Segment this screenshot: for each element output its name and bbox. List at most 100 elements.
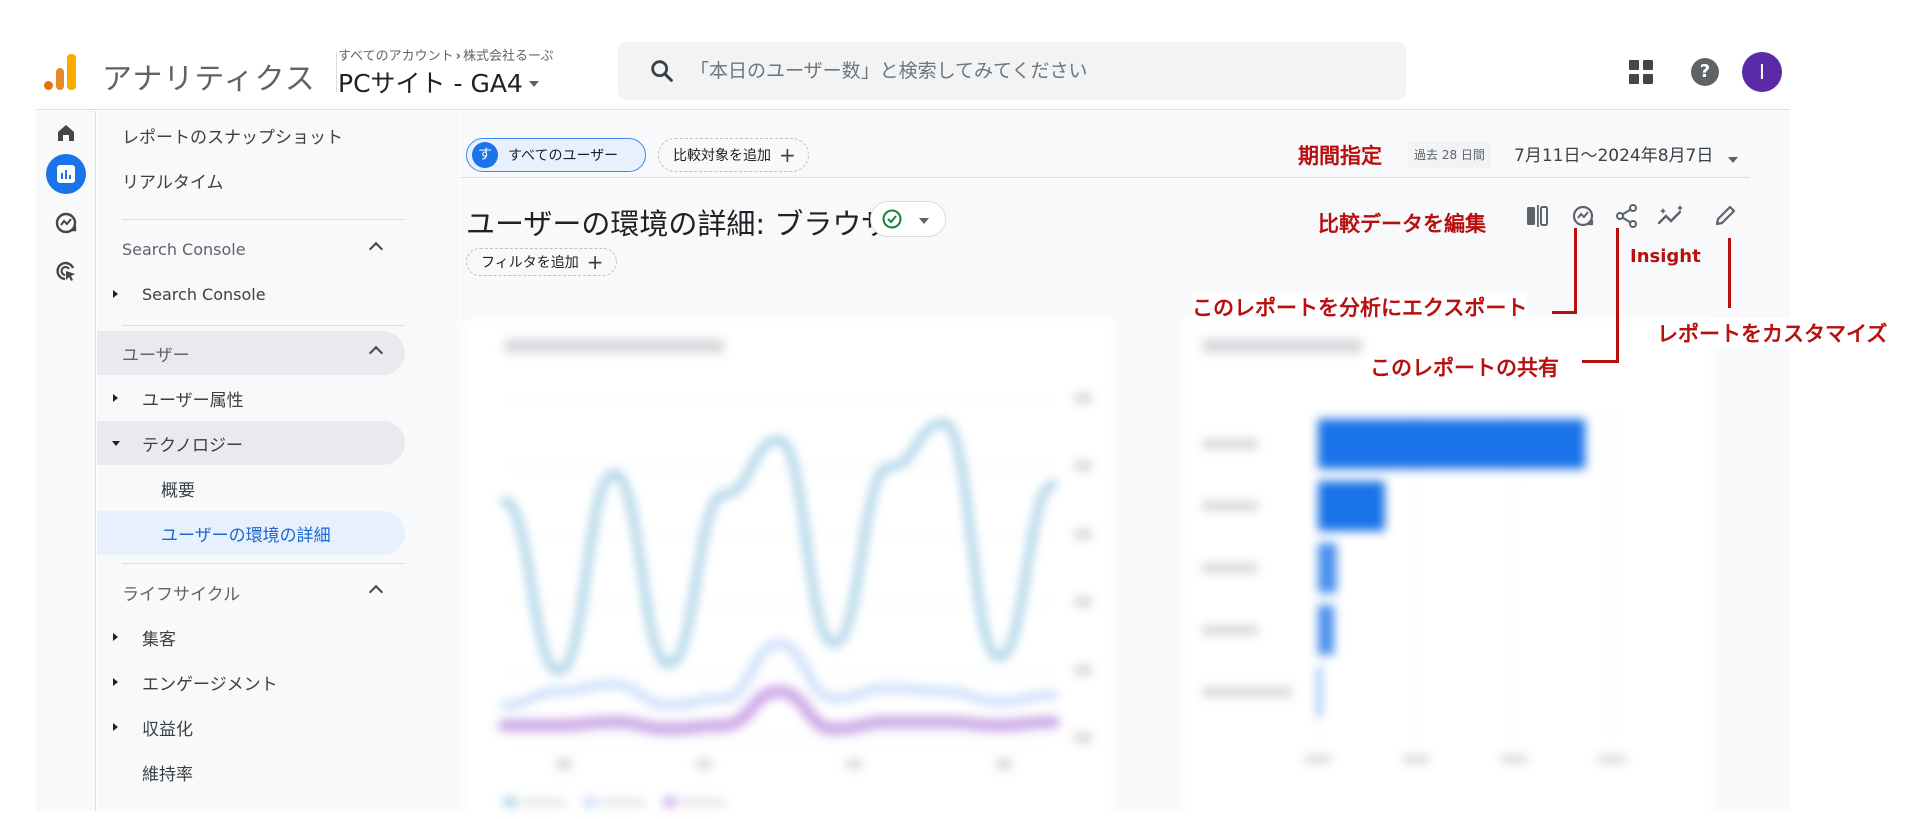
- search-bar[interactable]: [618, 42, 1406, 100]
- top-header: アナリティクス すべてのアカウント›株式会社るーぷ PCサイト - GA4 ? …: [36, 36, 1790, 110]
- breadcrumb-org[interactable]: 株式会社るーぷ: [463, 49, 553, 64]
- line-series-1: [500, 418, 1058, 676]
- side-nav: レポートのスナップショット リアルタイム Search Console Sear…: [97, 111, 459, 811]
- expand-arrow-icon: [113, 394, 118, 402]
- plus-icon: +: [779, 143, 796, 167]
- nav-divider: [122, 219, 405, 220]
- property-selector[interactable]: PCサイト - GA4: [338, 64, 539, 100]
- share-icon[interactable]: [1612, 201, 1642, 231]
- y-tick-label: [1074, 733, 1092, 743]
- caret-down-icon: [919, 218, 929, 224]
- home-icon[interactable]: [46, 113, 86, 153]
- nav-item-tech-details[interactable]: ユーザーの環境の詳細: [97, 511, 405, 555]
- main-divider: [460, 177, 1750, 178]
- add-filter-button[interactable]: フィルタを追加 +: [466, 248, 617, 276]
- chevron-up-icon: [368, 584, 384, 600]
- y-tick-label: [1074, 393, 1092, 403]
- page-title: ユーザーの環境の詳細: ブラウザ: [466, 207, 891, 241]
- x-tick-label: [696, 759, 712, 769]
- nav-item-retention[interactable]: 維持率: [97, 750, 405, 794]
- breadcrumb[interactable]: すべてのアカウント › 株式会社るーぷ: [338, 45, 553, 64]
- x-tick-label: [996, 759, 1012, 769]
- nav-item-demographics[interactable]: ユーザー属性: [97, 376, 405, 420]
- expand-arrow-icon: [113, 723, 118, 731]
- add-comparison-button[interactable]: 比較対象を追加 +: [658, 138, 809, 172]
- legend-label: [520, 799, 566, 806]
- nav-divider: [122, 563, 405, 564]
- annotation-line: [1574, 228, 1577, 313]
- y-tick-label: [1074, 665, 1092, 675]
- annotation-line: [1582, 360, 1619, 363]
- category-label: [1202, 439, 1258, 449]
- nav-item-acquisition[interactable]: 集客: [97, 615, 405, 659]
- chart-title: [1202, 339, 1362, 353]
- legend-label: [680, 799, 726, 806]
- avatar[interactable]: I: [1742, 52, 1782, 92]
- header-divider: [336, 52, 337, 92]
- nav-item-engagement[interactable]: エンゲージメント: [97, 660, 405, 704]
- segment-chip-all-users[interactable]: す すべてのユーザー: [466, 138, 646, 172]
- annotation-date: 期間指定: [1298, 144, 1382, 168]
- y-tick-label: [1074, 529, 1092, 539]
- search-icon: [651, 60, 673, 82]
- main-content: す すべてのユーザー 比較対象を追加 + 期間指定 過去 28 日間 7月11日～…: [460, 111, 1790, 819]
- annotation-line: [1728, 238, 1731, 308]
- property-name: PCサイト - GA4: [338, 69, 523, 98]
- x-tick-label: [1402, 755, 1430, 763]
- annotation-insight: Insight: [1630, 246, 1701, 267]
- date-preset-badge: 過去 28 日間: [1408, 142, 1491, 168]
- x-tick-label: [846, 759, 862, 769]
- explore-icon[interactable]: [46, 203, 86, 243]
- annotation-export: このレポートを分析にエクスポート: [1192, 292, 1528, 322]
- nav-item-tech-overview[interactable]: 概要: [97, 466, 405, 510]
- nav-section-search-console[interactable]: Search Console: [97, 227, 405, 271]
- date-range-selector[interactable]: 7月11日～2024年8月7日: [1514, 141, 1713, 166]
- annotation-customize: レポートをカスタマイズ: [1657, 318, 1888, 348]
- check-circle-icon: [882, 209, 902, 229]
- insights-icon[interactable]: [1656, 201, 1686, 231]
- nav-item-snapshot[interactable]: レポートのスナップショット: [97, 113, 405, 157]
- nav-item-search-console[interactable]: Search Console: [97, 272, 405, 316]
- nav-item-realtime[interactable]: リアルタイム: [97, 158, 405, 202]
- line-chart: [498, 339, 1092, 807]
- category-label: [1202, 501, 1258, 511]
- chevron-up-icon: [368, 241, 384, 257]
- annotation-edit-comparison: 比較データを編集: [1318, 212, 1486, 236]
- legend-swatch: [584, 797, 596, 807]
- apps-icon[interactable]: [1629, 60, 1655, 86]
- nav-item-monetization[interactable]: 収益化: [97, 705, 405, 749]
- search-input[interactable]: [690, 60, 1370, 82]
- legend-label: [600, 799, 646, 806]
- reports-icon[interactable]: [46, 154, 86, 194]
- explore-export-icon[interactable]: [1568, 201, 1598, 231]
- segment-badge: す: [472, 142, 498, 168]
- edit-icon[interactable]: [1710, 201, 1740, 231]
- analytics-logo-icon[interactable]: [44, 54, 78, 90]
- report-status-button[interactable]: [870, 201, 946, 237]
- line-chart-card: [464, 319, 1114, 819]
- help-icon[interactable]: ?: [1691, 58, 1719, 86]
- expand-arrow-icon: [113, 678, 118, 686]
- breadcrumb-separator: ›: [455, 49, 461, 64]
- nav-divider: [122, 325, 405, 326]
- compare-icon[interactable]: [1522, 201, 1552, 231]
- nav-item-technology[interactable]: テクノロジー: [97, 421, 405, 465]
- caret-down-icon: [528, 81, 539, 87]
- category-label: [1202, 687, 1292, 697]
- date-caret-down-icon[interactable]: [1728, 157, 1738, 163]
- chevron-up-icon: [368, 345, 384, 361]
- x-tick-label: [1500, 755, 1528, 763]
- legend-swatch: [664, 797, 676, 807]
- expand-arrow-icon: [113, 633, 118, 641]
- left-rail: [36, 111, 96, 811]
- plus-icon: +: [586, 250, 604, 274]
- breadcrumb-account[interactable]: すべてのアカウント: [338, 49, 454, 64]
- app-name: アナリティクス: [102, 62, 316, 97]
- advertising-icon[interactable]: [46, 251, 86, 291]
- annotation-share: このレポートの共有: [1370, 352, 1559, 382]
- analytics-app: アナリティクス すべてのアカウント›株式会社るーぷ PCサイト - GA4 ? …: [0, 0, 1920, 819]
- nav-section-users[interactable]: ユーザー: [97, 331, 405, 375]
- x-tick-label: [556, 759, 572, 769]
- nav-section-lifecycle[interactable]: ライフサイクル: [97, 570, 405, 614]
- category-label: [1202, 625, 1258, 635]
